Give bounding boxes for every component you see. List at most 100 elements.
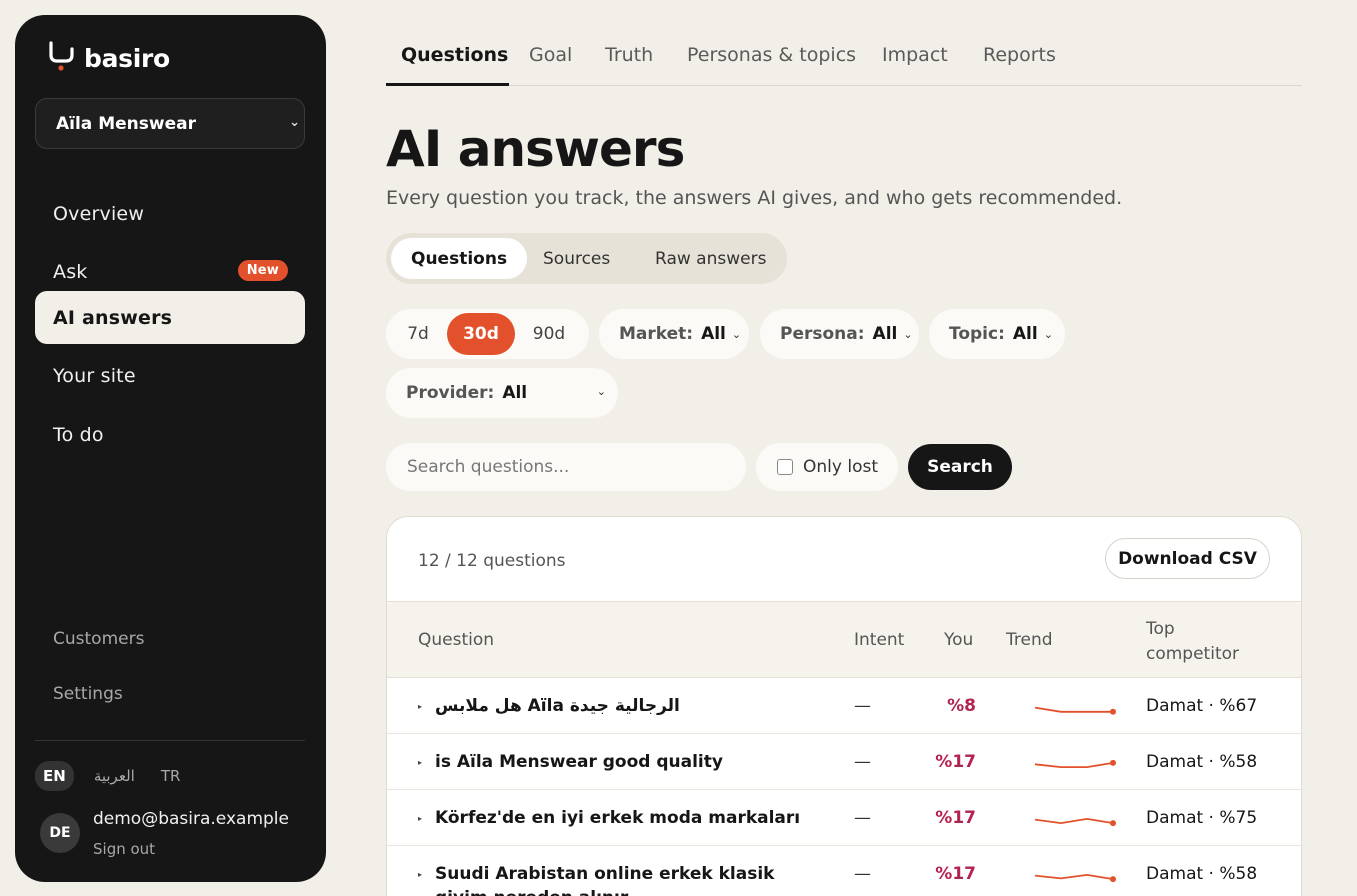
you-share: %17 — [935, 864, 976, 884]
expand-caret-icon[interactable]: ▸ — [418, 870, 422, 879]
filter-value: All — [701, 324, 726, 344]
header-question[interactable]: Question — [418, 630, 494, 650]
intent-value: — — [854, 752, 871, 772]
question-text: هل ملابس Aïla الرجالية جيدة — [435, 696, 680, 716]
trend-endpoint — [1110, 820, 1116, 827]
active-tab-indicator — [386, 83, 509, 86]
sign-out-link[interactable]: Sign out — [93, 840, 155, 858]
nav-item-customers[interactable]: Customers — [53, 629, 144, 649]
table-row[interactable]: ▸ Körfez'de en iyi erkek moda markaları … — [387, 790, 1301, 846]
search-button[interactable]: Search — [908, 444, 1012, 490]
trend-line — [1034, 817, 1114, 825]
brand-select-value: Aïla Menswear — [56, 113, 196, 134]
page-subtitle: Every question you track, the answers AI… — [386, 187, 1123, 209]
top-tabs: Questions Goal Truth Personas & topics I… — [386, 30, 1302, 86]
nav-item-label: To do — [53, 423, 104, 446]
range-90d[interactable]: 90d — [522, 313, 576, 355]
search-input[interactable] — [386, 443, 746, 491]
nav-item-your-site[interactable]: Your site — [35, 349, 305, 402]
filter-label: Provider: — [406, 383, 495, 403]
sidebar: basiro Aïla Menswear ⌄ Overview Ask New … — [15, 15, 326, 882]
intent-value: — — [854, 808, 871, 828]
lang-ar[interactable]: العربية — [88, 762, 141, 790]
tab-impact[interactable]: Impact — [882, 44, 948, 66]
questions-table-card: 12 / 12 questions Download CSV Question … — [386, 516, 1302, 896]
brand-select[interactable]: Aïla Menswear ⌄ — [35, 98, 305, 149]
trend-endpoint — [1110, 708, 1116, 715]
intent-value: — — [854, 696, 871, 716]
question-text: Suudi Arabistan online erkek klasik giyi… — [435, 864, 775, 896]
segment-raw-answers[interactable]: Raw answers — [635, 238, 786, 279]
header-you[interactable]: You — [944, 630, 973, 650]
top-competitor: Damat · %67 — [1146, 696, 1258, 716]
trend-line — [1034, 706, 1113, 713]
table-header: Question Intent You Trend Top competitor — [387, 601, 1301, 678]
top-competitor: Damat · %58 — [1146, 752, 1258, 772]
segment-sources[interactable]: Sources — [523, 238, 630, 279]
basiro-logo-icon — [48, 41, 74, 71]
range-30d[interactable]: 30d — [447, 313, 515, 355]
expand-caret-icon[interactable]: ▸ — [418, 758, 422, 767]
table-row[interactable]: ▸ is Aïla Menswear good quality — %17 Da… — [387, 734, 1301, 790]
provider-filter[interactable]: Provider: All ⌄ — [386, 368, 618, 418]
filter-label: Market: — [619, 324, 694, 344]
filter-value: All — [1012, 324, 1038, 344]
nav-item-label: Your site — [53, 364, 136, 387]
top-competitor: Damat · %58 — [1146, 864, 1258, 884]
logo[interactable]: basiro — [48, 41, 170, 71]
expand-caret-icon[interactable]: ▸ — [418, 702, 422, 711]
table-row[interactable]: ▸ Suudi Arabistan online erkek klasik gi… — [387, 846, 1301, 896]
trend-sparkline — [1034, 817, 1116, 827]
user-email: demo@basira.example — [93, 809, 289, 829]
logo-text: basiro — [84, 44, 170, 73]
only-lost-toggle[interactable]: Only lost — [756, 443, 898, 491]
filter-label: Topic: — [949, 324, 1005, 344]
tab-reports[interactable]: Reports — [983, 44, 1056, 66]
trend-sparkline — [1034, 759, 1116, 769]
trend-line — [1034, 762, 1114, 769]
nav-item-label: Ask — [53, 260, 88, 283]
tab-goal[interactable]: Goal — [529, 44, 572, 66]
segment-questions[interactable]: Questions — [391, 238, 528, 279]
tab-truth[interactable]: Truth — [605, 44, 653, 66]
header-top-competitor[interactable]: Top competitor — [1146, 617, 1256, 667]
date-range-selector: 7d 30d 90d — [386, 309, 589, 359]
table-row[interactable]: ▸ هل ملابس Aïla الرجالية جيدة — %8 Damat… — [387, 678, 1301, 734]
tab-personas-topics[interactable]: Personas & topics — [687, 44, 856, 66]
nav-item-ai-answers[interactable]: AI answers — [35, 291, 305, 344]
lang-tr[interactable]: TR — [155, 762, 187, 790]
lang-en[interactable]: EN — [35, 761, 74, 791]
page-title: AI answers — [386, 120, 685, 178]
range-7d[interactable]: 7d — [396, 313, 440, 355]
persona-filter[interactable]: Persona: All ⌄ — [760, 309, 919, 359]
filter-label: Persona: — [780, 324, 865, 344]
you-share: %17 — [935, 808, 976, 828]
you-share: %8 — [947, 696, 976, 716]
question-text: is Aïla Menswear good quality — [435, 752, 723, 772]
nav-item-to-do[interactable]: To do — [35, 408, 305, 461]
sidebar-divider — [35, 740, 305, 741]
topic-filter[interactable]: Topic: All ⌄ — [929, 309, 1065, 359]
question-count: 12 / 12 questions — [418, 551, 566, 571]
you-share: %17 — [935, 752, 976, 772]
nav-item-overview[interactable]: Overview — [35, 187, 305, 240]
nav-item-label: AI answers — [53, 306, 173, 329]
header-intent[interactable]: Intent — [854, 630, 904, 650]
new-badge: New — [237, 260, 288, 281]
trend-sparkline — [1034, 873, 1116, 883]
tab-questions[interactable]: Questions — [401, 44, 508, 66]
only-lost-label: Only lost — [803, 457, 878, 477]
chevron-down-icon: ⌄ — [596, 385, 606, 398]
nav-item-label: Overview — [53, 202, 145, 225]
expand-caret-icon[interactable]: ▸ — [418, 814, 422, 823]
filter-value: All — [502, 383, 528, 403]
trend-line — [1034, 873, 1114, 880]
avatar: DE — [40, 813, 80, 853]
only-lost-checkbox[interactable] — [777, 459, 793, 475]
nav-item-settings[interactable]: Settings — [53, 684, 123, 704]
header-trend[interactable]: Trend — [1006, 630, 1053, 650]
download-csv-button[interactable]: Download CSV — [1105, 538, 1270, 579]
chevron-down-icon: ⌄ — [731, 327, 742, 341]
trend-endpoint — [1110, 759, 1116, 766]
market-filter[interactable]: Market: All ⌄ — [599, 309, 749, 359]
